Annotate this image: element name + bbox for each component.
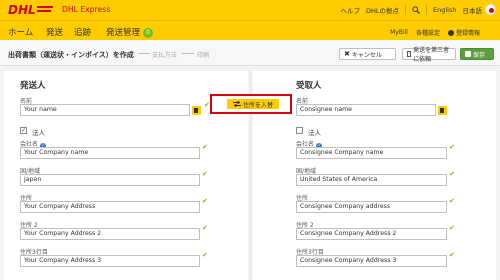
address-book-icon[interactable] [192,106,201,115]
checkmark-icon: ✔ [449,224,455,232]
main-nav: ホーム 発送 追跡 発送管理 0 MyBill 各種設定 登録情報 [0,20,500,40]
separator [405,5,407,15]
swap-icon [232,101,241,107]
step-connector [182,53,194,54]
save-icon [465,51,471,57]
separator [426,5,428,15]
checkmark-icon: ✔ [449,170,455,178]
lang-japanese-link[interactable]: 日本語 [463,5,483,15]
japan-flag-icon[interactable] [485,4,496,15]
top-bar: DHL DHL Express ヘルプ DHLの拠点 English 日本語 [0,0,500,20]
receiver-address3-input[interactable]: Consignee Company Address 3 [296,255,447,267]
send-label: 発送を第三者に依頼 [413,47,450,63]
sender-address3-input[interactable]: Your Company Address 3 [20,255,200,267]
locations-link[interactable]: DHLの拠点 [366,5,399,15]
checkmark-icon: ✔ [202,170,208,178]
swap-address-button[interactable]: 住所を入替 [227,99,279,109]
checkmark-icon: ✔ [202,251,208,259]
sender-corporate-label: 法人 [32,129,45,137]
checkmark-icon: ✔ [202,224,208,232]
checkmark-icon: ✔ [202,197,208,205]
sender-corporate-checkbox[interactable]: ✓ [20,127,27,134]
nav-manage-shipments[interactable]: 発送管理 0 [106,26,154,38]
sender-title: 発送人 [20,81,46,91]
top-links: ヘルプ DHLの拠点 English 日本語 [341,5,483,15]
swap-highlight-frame: 住所を入替 [210,94,292,114]
swap-address-label: 住所を入替 [242,101,273,109]
document-icon [407,51,412,57]
step-create-documents: 出荷書類（運送状・インボイス）を作成 [8,51,134,59]
lang-english-link[interactable]: English [433,6,456,14]
sender-company-input[interactable]: Your Company name [20,147,200,159]
mybill-link[interactable]: MyBill [390,29,408,36]
sender-country-select[interactable]: Japan [20,174,200,186]
wizard-header: 出荷書類（運送状・インボイス）を作成 支払方法 印刷 ✖ キャンセル 発送を第三… [0,40,500,66]
step-payment: 支払方法 [152,52,177,59]
sender-name-input[interactable]: Your name [20,104,190,116]
receiver-address2-input[interactable]: Consignee Company Address 2 [296,228,447,240]
close-icon: ✖ [344,49,350,58]
address-book-icon[interactable] [438,106,447,115]
settings-link[interactable]: 各種設定 [416,28,440,37]
send-to-third-party-button[interactable]: 発送を第三者に依頼 [402,47,456,63]
checkmark-icon: ✔ [202,143,208,151]
user-icon [447,30,454,36]
checkmark-icon: ✔ [449,251,455,259]
brand-name: DHL Express [62,5,111,14]
search-icon[interactable] [412,6,420,14]
receiver-name-input[interactable]: Consignee name [296,104,436,116]
nav-ship[interactable]: 発送 [46,26,63,38]
step-print: 印刷 [197,52,210,59]
sender-address-input[interactable]: Your Company Address [20,201,200,213]
help-link[interactable]: ヘルプ [341,5,361,15]
receiver-country-select[interactable]: United States of America [296,174,447,186]
receiver-title: 受取人 [296,81,322,91]
save-label: 保存 [473,51,486,59]
user-label: 登録情報 [455,30,480,37]
cancel-label: キャンセル [351,51,382,59]
dhl-logo[interactable]: DHL [8,3,54,16]
save-button[interactable]: 保存 [460,48,494,60]
svg-text:DHL: DHL [8,3,36,16]
shipment-count-badge: 0 [143,28,154,38]
receiver-address-input[interactable]: Consignee Company address [296,201,447,213]
nav-home[interactable]: ホーム [8,26,33,38]
checkmark-icon: ✔ [449,143,455,151]
sender-address2-input[interactable]: Your Company Address 2 [20,228,200,240]
receiver-corporate-checkbox[interactable] [296,127,303,134]
receiver-corporate-label: 法人 [308,129,321,137]
step-connector [138,53,150,54]
checkmark-icon: ✔ [204,101,210,109]
cancel-button[interactable]: ✖ キャンセル [339,48,396,60]
nav-track[interactable]: 追跡 [74,26,91,38]
checkmark-icon: ✔ [449,197,455,205]
user-menu[interactable]: 登録情報 [447,28,480,37]
receiver-company-input[interactable]: Consignee Company name [296,147,447,159]
nav-manage-label: 発送管理 [106,28,141,38]
nav-right: MyBill 各種設定 登録情報 [390,28,480,37]
